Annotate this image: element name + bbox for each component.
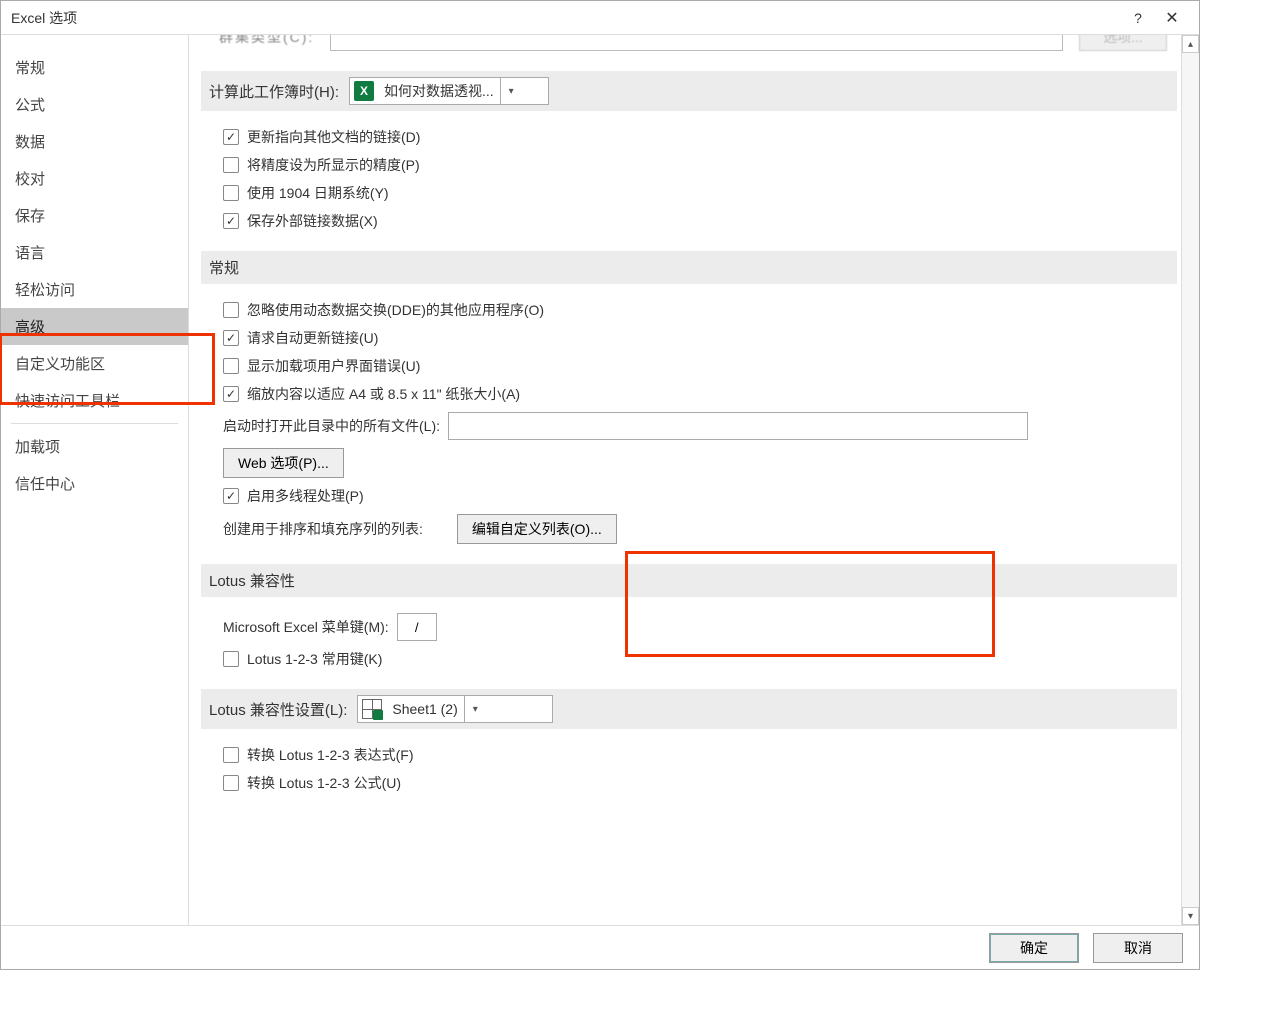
sidebar-item-data[interactable]: 数据 xyxy=(1,123,188,160)
sidebar-item-customize-ribbon[interactable]: 自定义功能区 xyxy=(1,345,188,382)
label-ignore-dde: 忽略使用动态数据交换(DDE)的其他应用程序(O) xyxy=(247,300,544,320)
label-scale-a4: 缩放内容以适应 A4 或 8.5 x 11" 纸张大小(A) xyxy=(247,384,520,404)
scroll-down-arrow-icon[interactable]: ▾ xyxy=(1182,907,1199,925)
label-custom-list: 创建用于排序和填充序列的列表: xyxy=(223,519,423,539)
titlebar: Excel 选项 ? ✕ xyxy=(1,1,1199,35)
cutoff-input[interactable] xyxy=(330,35,1063,51)
checkbox-1904[interactable] xyxy=(223,185,239,201)
checkbox-update-links[interactable] xyxy=(223,129,239,145)
startup-dir-input[interactable] xyxy=(448,412,1028,440)
checkbox-lotus-enter[interactable] xyxy=(223,775,239,791)
checkbox-ignore-dde[interactable] xyxy=(223,302,239,318)
sidebar-item-advanced[interactable]: 高级 xyxy=(1,308,188,345)
sidebar-item-language[interactable]: 语言 xyxy=(1,234,188,271)
label-update-links: 更新指向其他文档的链接(D) xyxy=(247,127,420,147)
cutoff-label: 群集类型(C): xyxy=(219,35,314,47)
sidebar: 常规 公式 数据 校对 保存 语言 轻松访问 高级 自定义功能区 快速访问工具栏… xyxy=(1,35,189,925)
section-head-calc-label: 计算此工作簿时(H): xyxy=(209,81,339,102)
label-lotus-nav: Lotus 1-2-3 常用键(K) xyxy=(247,649,382,669)
checkbox-multithread[interactable] xyxy=(223,488,239,504)
cancel-button[interactable]: 取消 xyxy=(1093,933,1183,963)
label-save-ext: 保存外部链接数据(X) xyxy=(247,211,378,231)
sidebar-item-trust-center[interactable]: 信任中心 xyxy=(1,465,188,502)
edit-custom-list-button[interactable]: 编辑自定义列表(O)... xyxy=(457,514,617,544)
section-head-lotus-label: Lotus 兼容性 xyxy=(209,570,295,591)
checkbox-precision[interactable] xyxy=(223,157,239,173)
workbook-combo-text: 如何对数据透视... xyxy=(378,81,500,101)
web-options-button[interactable]: Web 选项(P)... xyxy=(223,448,344,478)
chevron-down-icon: ▾ xyxy=(464,696,486,722)
menu-key-input[interactable] xyxy=(397,613,437,641)
scroll-content: 群集类型(C): 选项... 计算此工作簿时(H): 如何对数据透视... ▾ … xyxy=(189,35,1181,925)
workbook-combo[interactable]: 如何对数据透视... ▾ xyxy=(349,77,549,105)
label-lotus-eval: 转换 Lotus 1-2-3 表达式(F) xyxy=(247,745,413,765)
label-precision: 将精度设为所显示的精度(P) xyxy=(247,155,420,175)
section-head-lotus: Lotus 兼容性 xyxy=(201,564,1177,597)
main-panel: 群集类型(C): 选项... 计算此工作簿时(H): 如何对数据透视... ▾ … xyxy=(189,35,1199,925)
label-lotus-enter: 转换 Lotus 1-2-3 公式(U) xyxy=(247,773,401,793)
sidebar-item-formulas[interactable]: 公式 xyxy=(1,86,188,123)
sidebar-item-save[interactable]: 保存 xyxy=(1,197,188,234)
section-head-lotus-settings: Lotus 兼容性设置(L): Sheet1 (2) ▾ xyxy=(201,689,1177,729)
close-button[interactable]: ✕ xyxy=(1155,8,1189,28)
section-head-general: 常规 xyxy=(201,251,1177,284)
dialog-title: Excel 选项 xyxy=(11,8,1121,28)
checkbox-lotus-nav[interactable] xyxy=(223,651,239,667)
checkbox-ask-update[interactable] xyxy=(223,330,239,346)
ok-button[interactable]: 确定 xyxy=(989,933,1079,963)
vertical-scrollbar[interactable]: ▴ ▾ xyxy=(1181,35,1199,925)
help-button[interactable]: ? xyxy=(1121,10,1155,26)
sidebar-item-quick-access[interactable]: 快速访问工具栏 xyxy=(1,382,188,419)
sheet-combo-text: Sheet1 (2) xyxy=(386,701,463,717)
cutoff-button[interactable]: 选项... xyxy=(1079,35,1167,51)
sidebar-separator xyxy=(11,423,178,424)
cutoff-row: 群集类型(C): 选项... xyxy=(201,35,1177,51)
section-head-calc: 计算此工作簿时(H): 如何对数据透视... ▾ xyxy=(201,71,1177,111)
excel-options-dialog: Excel 选项 ? ✕ 常规 公式 数据 校对 保存 语言 轻松访问 高级 自… xyxy=(0,0,1200,970)
section-head-lotus-settings-label: Lotus 兼容性设置(L): xyxy=(209,699,347,720)
checkbox-lotus-eval[interactable] xyxy=(223,747,239,763)
excel-file-icon xyxy=(354,81,374,101)
chevron-down-icon: ▾ xyxy=(500,78,522,104)
checkbox-addin-err[interactable] xyxy=(223,358,239,374)
label-1904: 使用 1904 日期系统(Y) xyxy=(247,183,389,203)
sidebar-item-proofing[interactable]: 校对 xyxy=(1,160,188,197)
label-multithread: 启用多线程处理(P) xyxy=(247,486,364,506)
label-startup-dir: 启动时打开此目录中的所有文件(L): xyxy=(223,416,440,436)
sheet-combo[interactable]: Sheet1 (2) ▾ xyxy=(357,695,553,723)
sidebar-item-general[interactable]: 常规 xyxy=(1,49,188,86)
checkbox-scale-a4[interactable] xyxy=(223,386,239,402)
dialog-footer: 确定 取消 xyxy=(1,925,1199,969)
label-addin-err: 显示加载项用户界面错误(U) xyxy=(247,356,420,376)
label-menu-key: Microsoft Excel 菜单键(M): xyxy=(223,617,389,637)
sheet-icon xyxy=(362,699,382,719)
sidebar-item-addins[interactable]: 加载项 xyxy=(1,428,188,465)
label-ask-update: 请求自动更新链接(U) xyxy=(247,328,378,348)
scroll-up-arrow-icon[interactable]: ▴ xyxy=(1182,35,1199,53)
sidebar-item-accessibility[interactable]: 轻松访问 xyxy=(1,271,188,308)
checkbox-save-ext[interactable] xyxy=(223,213,239,229)
section-head-general-label: 常规 xyxy=(209,257,239,278)
